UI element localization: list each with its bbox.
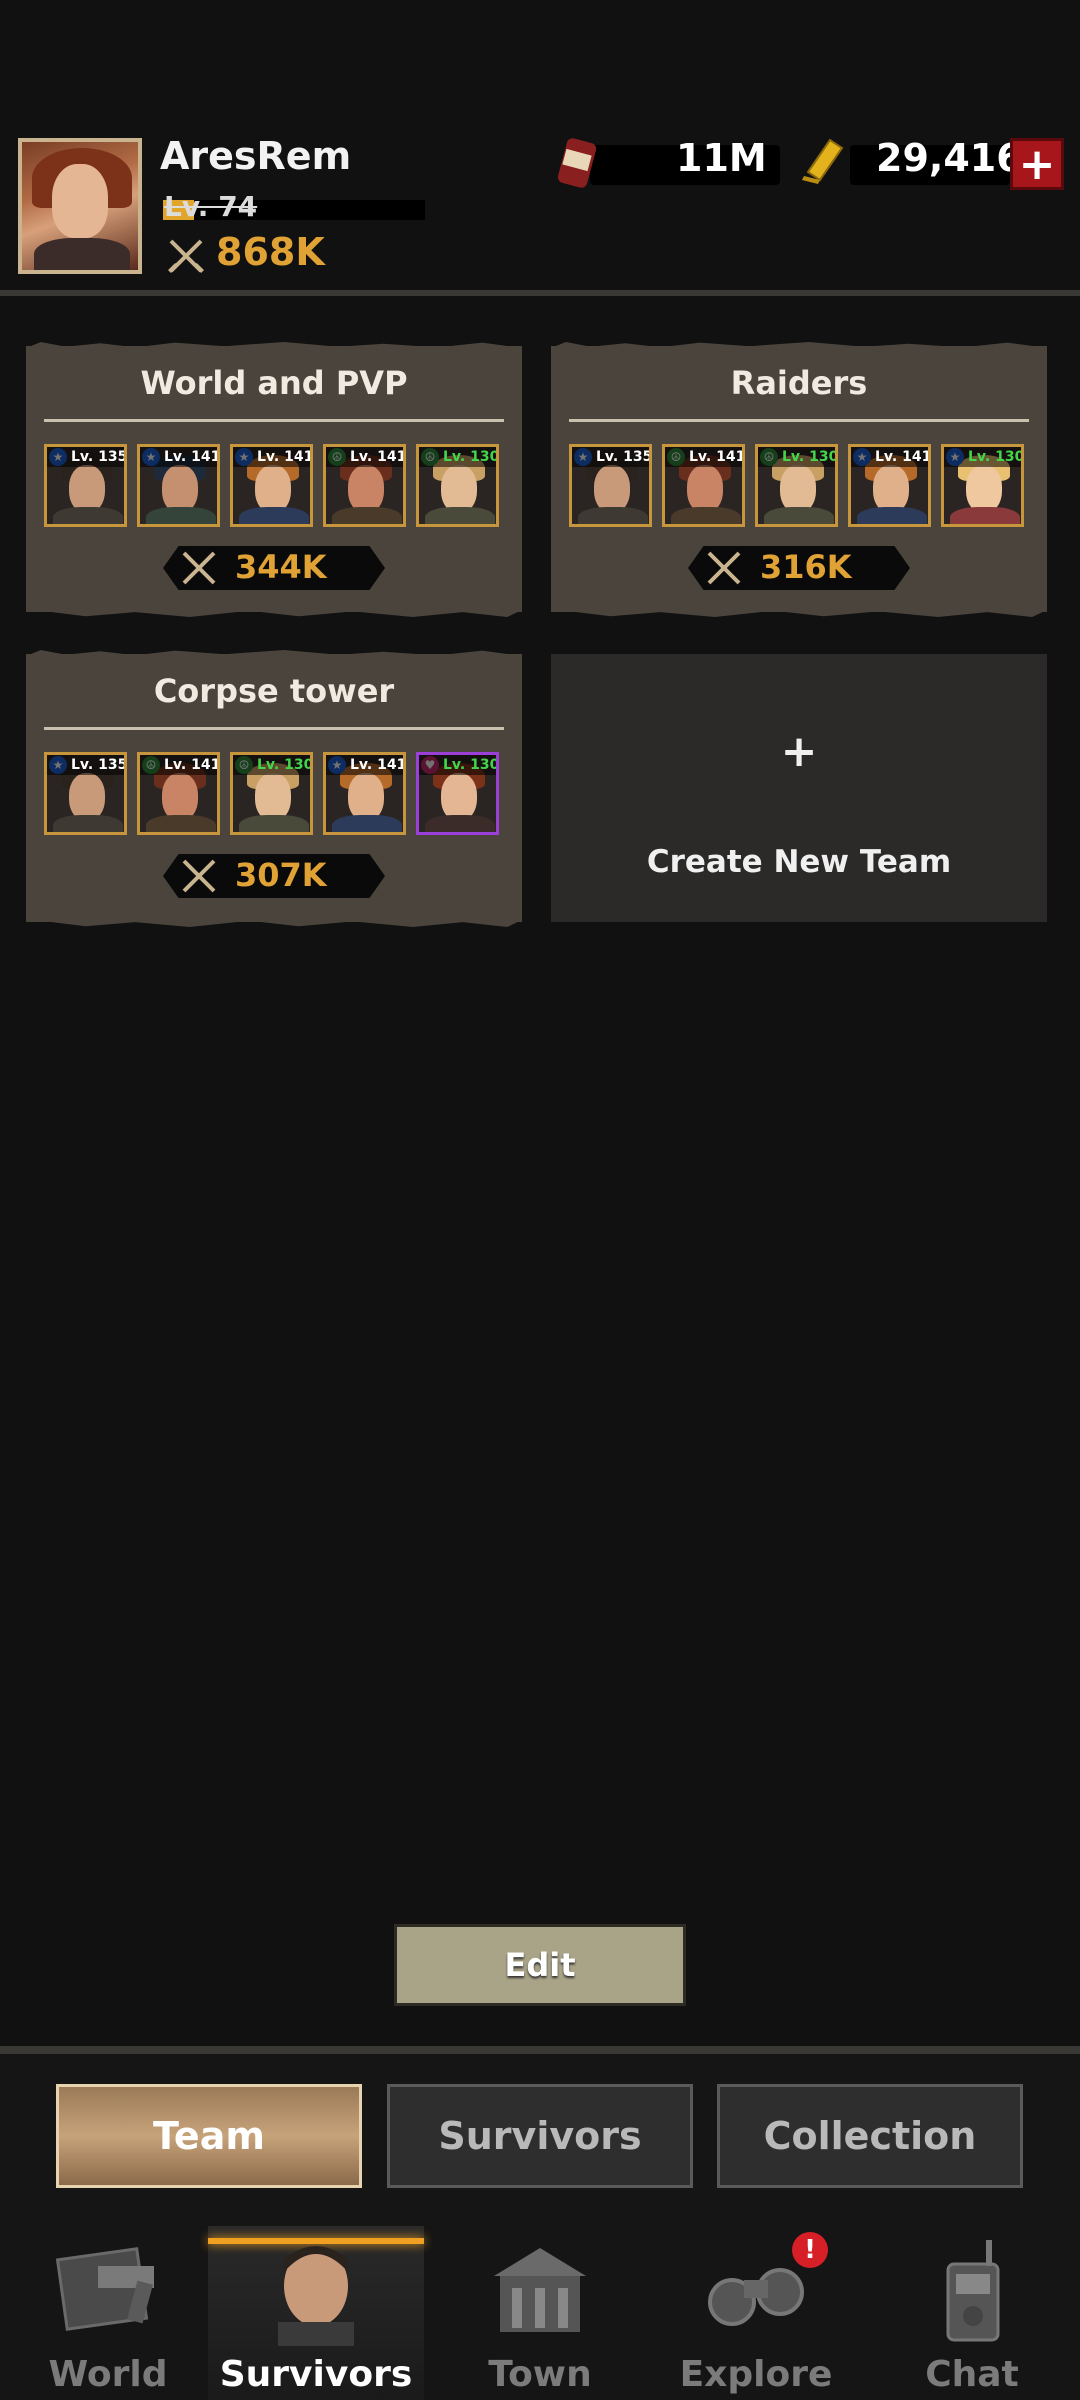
team-title-divider — [44, 727, 504, 730]
player-name: AresRem — [160, 134, 352, 178]
nav-chat-label: Chat — [925, 2354, 1019, 2395]
hero-portrait[interactable]: ★ Lv. 141 — [230, 444, 313, 527]
nav-world[interactable]: World — [0, 2226, 216, 2400]
hero-portrait[interactable]: ☮ Lv. 141 — [137, 752, 220, 835]
nav-town[interactable]: Town — [432, 2226, 648, 2400]
bottom-panel-divider — [0, 2046, 1080, 2054]
tab-collection[interactable]: Collection — [717, 2084, 1023, 2188]
nav-town-label: Town — [488, 2354, 592, 2395]
hero-level: Lv. 141 — [326, 755, 403, 775]
hero-portrait[interactable]: ☮ Lv. 141 — [662, 444, 745, 527]
gold-bar-icon — [802, 138, 844, 184]
food-amount: 11M — [676, 136, 767, 180]
radio-walkie-talkie-icon — [946, 2240, 1000, 2342]
nav-world-label: World — [48, 2354, 168, 2395]
nav-explore-label: Explore — [679, 2354, 833, 2395]
hero-portrait[interactable]: ★ Lv. 135 — [44, 444, 127, 527]
world-map-pistol-icon — [55, 2247, 154, 2331]
hero-level: Lv. 130 — [419, 755, 496, 775]
hero-level: Lv. 141 — [140, 447, 217, 467]
team-title-divider — [44, 419, 504, 422]
nav-survivors-label: Survivors — [219, 2354, 413, 2395]
nav-survivors[interactable]: Survivors — [208, 2226, 424, 2400]
crossed-swords-icon — [182, 859, 216, 893]
hero-level: Lv. 130 — [233, 755, 310, 775]
team-card-corpse-tower[interactable]: Corpse tower ★ Lv. 135 ☮ Lv. 141 ☮ Lv. 1… — [26, 650, 522, 927]
team-card-world-pvp[interactable]: World and PVP ★ Lv. 135 ★ Lv. 141 ★ Lv. … — [26, 342, 522, 617]
crossed-swords-icon — [182, 551, 216, 585]
player-avatar[interactable] — [18, 138, 142, 274]
hero-level: Lv. 130 — [944, 447, 1021, 467]
hero-portrait[interactable]: ☮ Lv. 130 — [755, 444, 838, 527]
hero-portrait[interactable]: ☮ Lv. 130 — [230, 752, 313, 835]
team-heroes: ★ Lv. 135 ★ Lv. 141 ★ Lv. 141 ☮ Lv. 141 … — [44, 444, 499, 527]
team-title-divider — [569, 419, 1029, 422]
hero-portrait[interactable]: ★ Lv. 135 — [44, 752, 127, 835]
header-divider — [0, 290, 1080, 296]
player-level: Lv. 74 — [164, 190, 258, 223]
hero-level: Lv. 141 — [851, 447, 928, 467]
hero-level: Lv. 141 — [140, 755, 217, 775]
hero-level: Lv. 130 — [758, 447, 835, 467]
hero-portrait[interactable]: ☮ Lv. 141 — [323, 444, 406, 527]
player-power: 868K — [216, 230, 325, 274]
hero-portrait[interactable]: ☮ Lv. 130 — [416, 444, 499, 527]
gold-amount: 29,416 — [876, 136, 1023, 180]
add-gold-button[interactable]: + — [1010, 138, 1064, 190]
explore-alert-badge: ! — [792, 2232, 828, 2268]
tab-team[interactable]: Team — [56, 2084, 362, 2188]
canned-food-icon — [557, 138, 597, 188]
hero-portrait[interactable]: ★ Lv. 135 — [569, 444, 652, 527]
hero-level: Lv. 130 — [419, 447, 496, 467]
hero-level: Lv. 135 — [572, 447, 649, 467]
plus-icon: + — [1018, 138, 1056, 190]
team-power-pill: 316K — [688, 546, 910, 590]
hero-level: Lv. 135 — [47, 755, 124, 775]
team-title: Raiders — [730, 364, 868, 402]
team-power-pill: 307K — [163, 854, 385, 898]
crossed-swords-icon — [707, 551, 741, 585]
survivor-portrait-icon — [278, 2246, 354, 2346]
plus-icon: + — [780, 726, 818, 777]
team-heroes: ★ Lv. 135 ☮ Lv. 141 ☮ Lv. 130 ★ Lv. 141 … — [569, 444, 1024, 527]
town-building-icon — [494, 2248, 586, 2332]
create-new-team-label: Create New Team — [646, 844, 952, 880]
hero-portrait[interactable]: ★ Lv. 141 — [323, 752, 406, 835]
hero-level: Lv. 141 — [665, 447, 742, 467]
hero-portrait[interactable]: ♥ Lv. 130 — [416, 752, 499, 835]
hero-level: Lv. 141 — [233, 447, 310, 467]
hero-portrait[interactable]: ★ Lv. 130 — [941, 444, 1024, 527]
team-title: Corpse tower — [153, 672, 395, 710]
crossed-swords-icon — [168, 239, 204, 273]
team-power: 307K — [235, 856, 327, 894]
team-power-pill: 344K — [163, 546, 385, 590]
tab-survivors[interactable]: Survivors — [387, 2084, 693, 2188]
edit-button[interactable]: Edit — [394, 1924, 686, 2006]
create-new-team-button[interactable]: + Create New Team — [551, 654, 1047, 922]
hero-portrait[interactable]: ★ Lv. 141 — [137, 444, 220, 527]
hero-portrait[interactable]: ★ Lv. 141 — [848, 444, 931, 527]
team-power: 316K — [760, 548, 852, 586]
hero-level: Lv. 141 — [326, 447, 403, 467]
nav-chat[interactable]: Chat — [864, 2226, 1080, 2400]
team-title: World and PVP — [140, 364, 408, 402]
team-heroes: ★ Lv. 135 ☮ Lv. 141 ☮ Lv. 130 ★ Lv. 141 … — [44, 752, 499, 835]
team-card-raiders[interactable]: Raiders ★ Lv. 135 ☮ Lv. 141 ☮ Lv. 130 ★ … — [551, 342, 1047, 617]
bottom-nav: World Survivors Town Explore Chat — [0, 2226, 1080, 2400]
team-power: 344K — [235, 548, 327, 586]
hero-level: Lv. 135 — [47, 447, 124, 467]
nav-explore[interactable]: Explore — [648, 2226, 864, 2400]
